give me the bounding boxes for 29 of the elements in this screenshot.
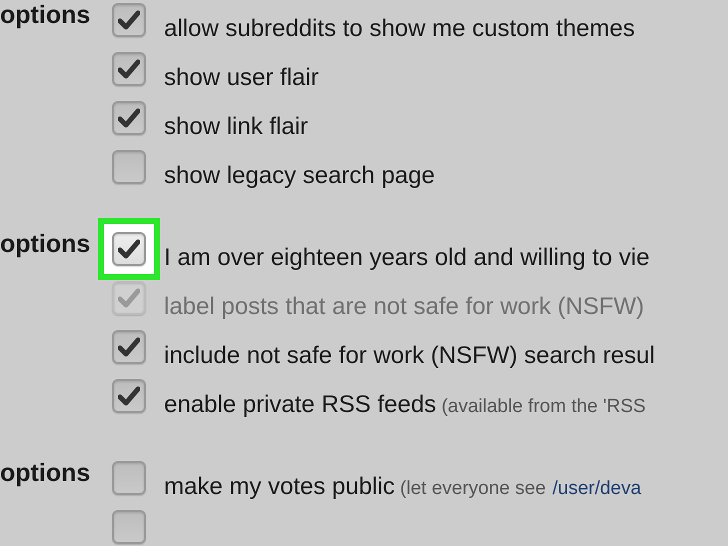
check-icon — [118, 288, 140, 308]
section-title: options — [0, 232, 88, 260]
checkbox[interactable] — [112, 510, 146, 544]
option-label: allow subreddits to show me custom themes — [164, 14, 635, 43]
checkbox[interactable] — [112, 379, 146, 413]
checkbox[interactable] — [112, 150, 146, 184]
option-label: include not safe for work (NSFW) search resul — [164, 341, 655, 370]
section-title: options — [0, 461, 88, 489]
option-label: show link flair — [164, 112, 308, 141]
checkbox[interactable] — [112, 101, 146, 135]
check-icon — [118, 108, 140, 128]
check-icon — [118, 386, 140, 406]
option-label: show legacy search page — [164, 161, 435, 190]
option-label: label posts that are not safe for work (NSFW) — [164, 292, 644, 321]
option-label: I am over eighteen years old and willing to vie — [164, 243, 650, 272]
check-icon — [118, 239, 140, 259]
checkbox[interactable] — [112, 3, 146, 37]
option-label: enable private RSS feeds (available from the 'RSS — [164, 390, 646, 420]
check-icon — [118, 10, 140, 30]
checkbox[interactable] — [112, 52, 146, 86]
profile-link[interactable]: /user/deva — [552, 478, 642, 499]
option-label: make my votes public (let everyone see /user/deva — [164, 472, 642, 502]
check-icon — [118, 337, 140, 357]
checkbox[interactable] — [112, 232, 146, 266]
option-label: show user flair — [164, 63, 319, 92]
checkbox[interactable] — [112, 330, 146, 364]
check-icon — [118, 59, 140, 79]
section-title: options — [0, 3, 88, 31]
checkbox[interactable] — [112, 461, 146, 495]
